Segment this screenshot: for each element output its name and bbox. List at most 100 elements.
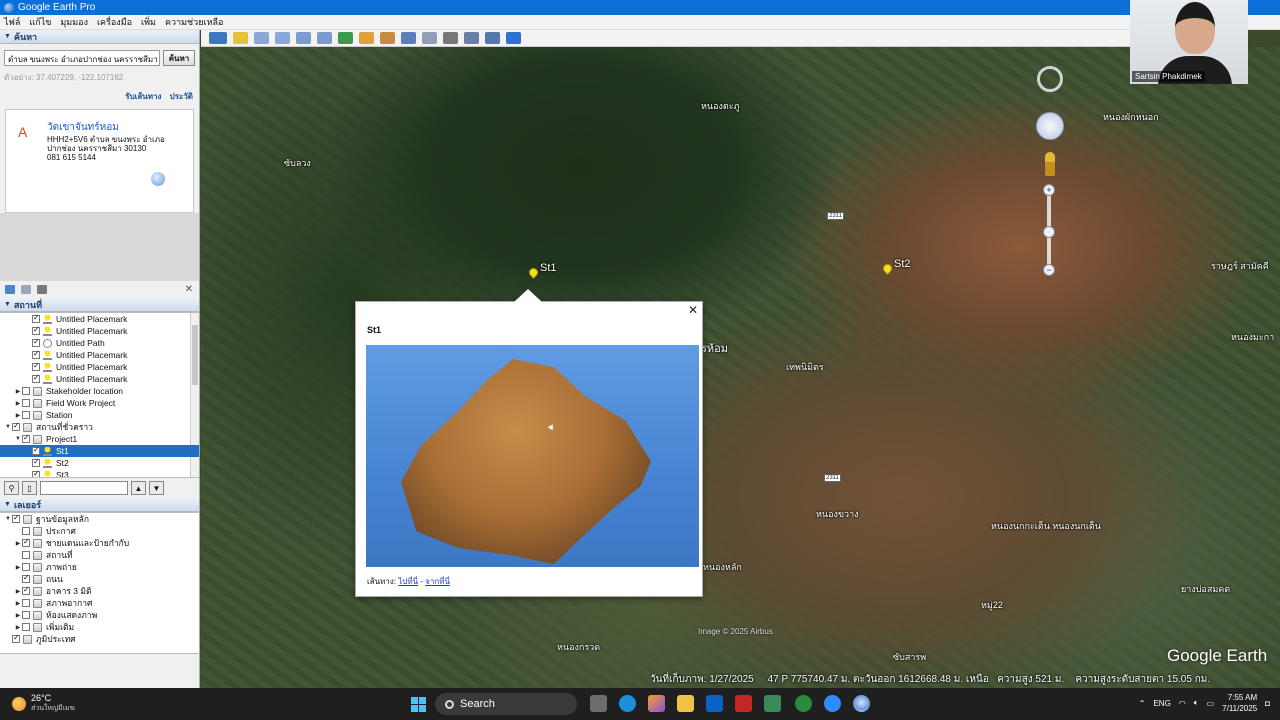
visibility-checkbox[interactable] [32, 445, 40, 455]
mcafee-icon[interactable] [735, 695, 752, 712]
place-item[interactable]: St3 [0, 469, 199, 477]
clock[interactable]: 7:55 AM 7/11/2025 [1222, 692, 1257, 714]
place-item[interactable]: St1 [0, 445, 199, 457]
visibility-checkbox[interactable] [32, 325, 40, 335]
historical-imagery-icon[interactable] [338, 32, 353, 44]
place-item[interactable]: Untitled Path [0, 337, 199, 349]
search-button[interactable]: ค้นหา [163, 50, 195, 66]
visibility-checkbox[interactable] [32, 457, 40, 467]
search-section-header[interactable]: ▼ ค้นหา [0, 30, 199, 44]
visibility-checkbox[interactable] [22, 573, 30, 583]
expand-arrow-icon[interactable]: ▶ [14, 412, 22, 419]
layer-item[interactable]: ▶ ภาพถ่าย [0, 561, 199, 573]
visibility-checkbox[interactable] [32, 313, 40, 323]
zoom-thumb[interactable] [1043, 226, 1055, 238]
language-indicator[interactable]: ENG [1153, 699, 1170, 708]
copy-icon[interactable] [21, 285, 31, 294]
history-link[interactable]: ประวัติ [170, 92, 193, 101]
place-item[interactable]: Untitled Placemark [0, 373, 199, 385]
store-icon[interactable] [764, 695, 781, 712]
place-item[interactable]: ▶ Station [0, 409, 199, 421]
weather-widget[interactable]: 26°C ส่วนใหญ่มีเมฆ [12, 693, 75, 714]
add-polygon-icon[interactable] [254, 32, 269, 44]
notification-icon[interactable]: ◘ [1265, 699, 1270, 708]
look-control-icon[interactable] [1037, 66, 1063, 92]
print-icon[interactable] [37, 285, 47, 294]
view-in-maps-icon[interactable] [485, 32, 500, 44]
move-control-icon[interactable] [1036, 112, 1064, 140]
expand-arrow-icon[interactable]: ▶ [14, 588, 22, 595]
task-view-icon[interactable] [590, 695, 607, 712]
earth-icon[interactable] [506, 32, 521, 44]
volume-icon[interactable]: 🔈︎ [1194, 698, 1199, 708]
save-image-icon[interactable] [464, 32, 479, 44]
visibility-checkbox[interactable] [12, 513, 20, 523]
layer-item[interactable]: ▶อาคาร 3 มิติ [0, 585, 199, 597]
add-path-icon[interactable] [275, 32, 290, 44]
place-item[interactable]: St2 [0, 457, 199, 469]
visibility-checkbox[interactable] [22, 433, 30, 443]
layer-item[interactable]: ▼ฐานข้อมูลหลัก [0, 513, 199, 525]
place-item[interactable]: Untitled Placemark [0, 325, 199, 337]
result-title[interactable]: วัดเขาจันทร์หอม [47, 120, 185, 135]
close-icon[interactable]: ✕ [185, 284, 193, 295]
panel-toggle-icon[interactable]: ▯ [22, 481, 37, 495]
wifi-icon[interactable]: ◠ [1179, 699, 1186, 708]
visibility-checkbox[interactable] [22, 563, 30, 571]
place-item[interactable]: Untitled Placemark [0, 313, 199, 325]
down-arrow-icon[interactable]: ▼ [149, 481, 164, 495]
zoom-in-icon[interactable]: + [1043, 184, 1055, 196]
visibility-checkbox[interactable] [32, 469, 40, 477]
folder-icon[interactable] [5, 285, 15, 294]
copilot-icon[interactable] [648, 695, 665, 712]
expand-arrow-icon[interactable]: ▼ [4, 516, 12, 522]
place-item[interactable]: ▼ Project1 [0, 433, 199, 445]
expand-arrow-icon[interactable]: ▶ [14, 600, 22, 607]
layer-item[interactable]: ▶ ห้องแสดงภาพ [0, 609, 199, 621]
print-icon[interactable] [443, 32, 458, 44]
expand-arrow-icon[interactable]: ▼ [4, 424, 12, 430]
visibility-checkbox[interactable] [22, 537, 30, 547]
record-tour-icon[interactable] [317, 32, 332, 44]
search-icon[interactable]: ⚲ [4, 481, 19, 495]
menu-view[interactable]: มุมมอง [60, 15, 88, 29]
menu-edit[interactable]: แก้ไข [29, 15, 51, 29]
place-item[interactable]: ▶ Stakeholder location [0, 385, 199, 397]
add-placemark-icon[interactable] [233, 32, 248, 44]
visibility-checkbox[interactable] [12, 421, 20, 431]
directions-from-here-link[interactable]: จากที่นี่ [425, 577, 450, 586]
expand-arrow-icon[interactable]: ▶ [14, 540, 22, 547]
close-icon[interactable]: ✕ [688, 303, 698, 317]
visibility-checkbox[interactable] [22, 387, 30, 395]
search-input[interactable]: ตำบล ขนงพระ อำเภอปากช่อง นครราชสีมา [4, 50, 160, 66]
visibility-checkbox[interactable] [22, 411, 30, 419]
place-item[interactable]: ▼ สถานที่ชั่วคราว [0, 421, 199, 433]
placemark-st2[interactable]: St2 [881, 258, 911, 275]
sidebar-toggle-icon[interactable] [209, 32, 227, 44]
layer-item[interactable]: ภูมิประเทศ [0, 633, 199, 645]
place-item[interactable]: ▶ Field Work Project [0, 397, 199, 409]
place-item[interactable]: Untitled Placemark [0, 349, 199, 361]
visibility-checkbox[interactable] [22, 527, 30, 535]
visibility-checkbox[interactable] [12, 633, 20, 643]
menu-add[interactable]: เพิ่ม [141, 15, 156, 29]
placemark-st1[interactable]: St1 [527, 262, 557, 279]
email-icon[interactable] [422, 32, 437, 44]
visibility-checkbox[interactable] [22, 611, 30, 619]
visibility-checkbox[interactable] [22, 599, 30, 607]
layer-item[interactable]: ▶ชายแดนและป้ายกำกับ [0, 537, 199, 549]
ruler-icon[interactable] [401, 32, 416, 44]
expand-arrow-icon[interactable]: ▶ [14, 624, 22, 631]
places-filter-input[interactable] [40, 481, 128, 495]
visibility-checkbox[interactable] [22, 623, 30, 631]
chrome-icon[interactable] [795, 695, 812, 712]
visibility-checkbox[interactable] [32, 349, 40, 359]
street-view-pegman-icon[interactable] [1045, 152, 1055, 176]
file-explorer-icon[interactable] [677, 695, 694, 712]
visibility-checkbox[interactable] [32, 361, 40, 371]
expand-arrow-icon[interactable]: ▶ [14, 612, 22, 619]
chevron-up-icon[interactable]: ⌃ [1139, 699, 1146, 708]
get-directions-link[interactable]: รับเส้นทาง [125, 92, 161, 101]
visibility-checkbox[interactable] [32, 337, 40, 347]
menu-tools[interactable]: เครื่องมือ [97, 15, 132, 29]
